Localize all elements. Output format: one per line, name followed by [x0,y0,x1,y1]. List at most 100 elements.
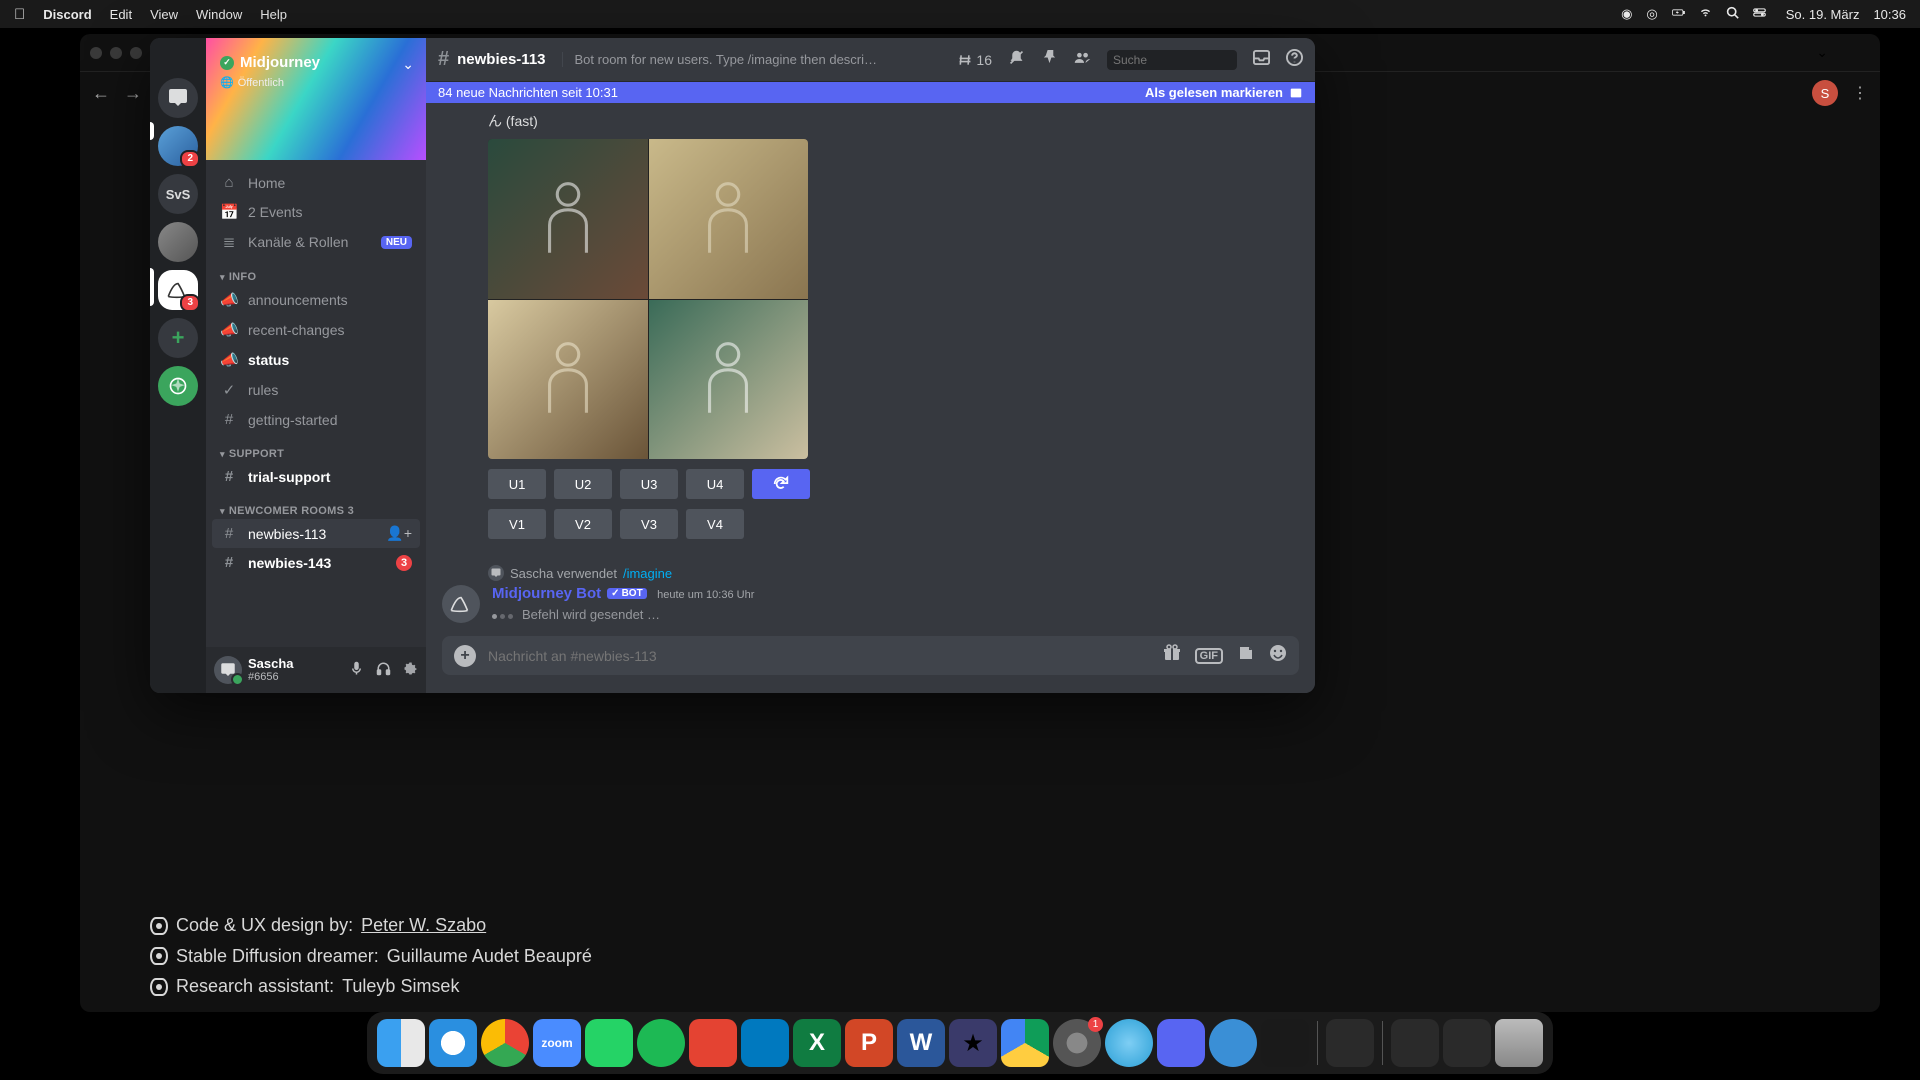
channel-topic[interactable]: Bot room for new users. Type /imagine th… [562,52,882,67]
menu-view[interactable]: View [150,7,178,22]
dock-finder[interactable] [377,1019,425,1067]
menu-edit[interactable]: Edit [110,7,132,22]
guild-item-svs[interactable]: SvS [158,174,198,214]
upscale-u2-button[interactable]: U2 [554,469,612,499]
message-list[interactable]: ん (fast) U1 U2 U3 U4 V1 V2 V3 V4 [426,103,1315,636]
sidebar-channels-roles[interactable]: ≣Kanäle & RollenNEU [212,227,420,257]
channel-newbies-143[interactable]: #newbies-1433 [212,548,420,577]
emoji-picker-icon[interactable] [1269,644,1287,667]
bg-back-icon[interactable]: ← [92,83,110,104]
dock-system-settings[interactable]: 1 [1053,1019,1101,1067]
inbox-icon[interactable] [1253,49,1270,71]
dock-recent-app[interactable] [1326,1019,1374,1067]
threads-button[interactable]: 16 [958,52,992,68]
category-support[interactable]: ▾SUPPORT [212,434,420,462]
sidebar-events[interactable]: 📅2 Events [212,197,420,227]
dock-excel[interactable]: X [793,1019,841,1067]
menubar-wifi-icon[interactable] [1699,6,1712,22]
message-author[interactable]: Midjourney Bot ✓BOT [492,585,647,602]
add-server-button[interactable]: + [158,318,198,358]
dock-safari[interactable] [429,1019,477,1067]
dock-powerpoint[interactable]: P [845,1019,893,1067]
pinned-messages-icon[interactable] [1041,49,1058,71]
channel-announcements[interactable]: 📣announcements [212,285,420,315]
dock-folder-2[interactable] [1443,1019,1491,1067]
apple-menu-icon[interactable]:  [14,6,25,23]
bg-forward-icon[interactable]: → [124,83,142,104]
dock-zoom[interactable]: zoom [533,1019,581,1067]
category-info[interactable]: ▾INFO [212,257,420,285]
menu-window[interactable]: Window [196,7,242,22]
server-banner[interactable]: ✓ Midjourney 🌐 Öffentlich ⌄ [206,38,426,160]
sidebar-home[interactable]: ⌂Home [212,168,420,197]
guild-item-3[interactable] [158,222,198,262]
gif-picker-button[interactable]: GIF [1195,648,1223,664]
dock-app-blue[interactable] [1105,1019,1153,1067]
dock-discord[interactable] [1157,1019,1205,1067]
reroll-button[interactable] [752,469,810,499]
menubar-time[interactable]: 10:36 [1873,7,1906,22]
menubar-record-icon[interactable]: ◉ [1621,6,1632,22]
bg-kebab-icon[interactable]: ⋮ [1852,83,1868,103]
menubar-search-icon[interactable] [1726,6,1739,22]
dock-trello[interactable] [741,1019,789,1067]
dock-google-drive[interactable] [1001,1019,1049,1067]
dock-folder-1[interactable] [1391,1019,1439,1067]
deafen-icon[interactable] [376,661,391,680]
guild-item-midjourney[interactable]: 3 [158,270,198,310]
reply-context[interactable]: Sascha verwendet /imagine [488,565,1299,581]
menubar-stop-icon[interactable]: ◎ [1646,6,1657,22]
dock-word[interactable]: W [897,1019,945,1067]
menubar-app-name[interactable]: Discord [43,7,91,22]
bg-tab-expand-icon[interactable]: ⌄ [1816,44,1828,61]
channel-recent-changes[interactable]: 📣recent-changes [212,315,420,345]
sticker-picker-icon[interactable] [1237,644,1255,667]
mark-as-read-button[interactable]: Als gelesen markieren [1145,85,1303,100]
dock-spotify[interactable] [637,1019,685,1067]
dock-todoist[interactable] [689,1019,737,1067]
new-messages-bar[interactable]: 84 neue Nachrichten seit 10:31 Als geles… [426,82,1315,103]
dock-chrome[interactable] [481,1019,529,1067]
channel-status[interactable]: 📣status [212,345,420,375]
dm-button[interactable] [158,78,198,118]
guild-item-1[interactable]: 2 [158,126,198,166]
notification-settings-icon[interactable] [1008,49,1025,71]
dock-trash[interactable] [1495,1019,1543,1067]
channel-getting-started[interactable]: #getting-started [212,405,420,434]
variation-v2-button[interactable]: V2 [554,509,612,539]
search-input[interactable] [1113,53,1268,67]
user-settings-icon[interactable] [403,661,418,680]
bg-profile-avatar[interactable]: S [1812,80,1838,106]
help-icon[interactable] [1286,49,1303,71]
upscale-u1-button[interactable]: U1 [488,469,546,499]
menu-help[interactable]: Help [260,7,287,22]
dock-imovie[interactable]: ★ [949,1019,997,1067]
menubar-battery-icon[interactable] [1672,6,1685,22]
variation-v1-button[interactable]: V1 [488,509,546,539]
dock-quicktime[interactable] [1209,1019,1257,1067]
attach-button[interactable]: + [454,645,476,667]
variation-v4-button[interactable]: V4 [686,509,744,539]
dock-whatsapp[interactable] [585,1019,633,1067]
menubar-control-center-icon[interactable] [1753,6,1766,22]
user-avatar[interactable] [214,656,242,684]
server-dropdown-icon[interactable]: ⌄ [402,56,414,73]
bot-avatar[interactable] [442,585,480,623]
search-box[interactable] [1107,50,1237,70]
channel-rules[interactable]: ✓rules [212,375,420,405]
mute-mic-icon[interactable] [349,661,364,680]
upscale-u4-button[interactable]: U4 [686,469,744,499]
category-newcomer[interactable]: ▾NEWCOMER ROOMS 3 [212,491,420,519]
upscale-u3-button[interactable]: U3 [620,469,678,499]
dock-voice-memos[interactable] [1261,1019,1309,1067]
member-list-icon[interactable] [1074,49,1091,71]
channel-trial-support[interactable]: #trial-support [212,462,420,491]
variation-v3-button[interactable]: V3 [620,509,678,539]
image-grid-attachment[interactable] [488,139,808,459]
explore-servers-button[interactable] [158,366,198,406]
create-invite-icon[interactable]: 👤+ [386,525,412,542]
channel-newbies-113[interactable]: #newbies-113👤+ [212,519,420,548]
gift-icon[interactable] [1163,644,1181,667]
message-input[interactable] [488,648,1151,664]
menubar-date[interactable]: So. 19. März [1786,7,1860,22]
